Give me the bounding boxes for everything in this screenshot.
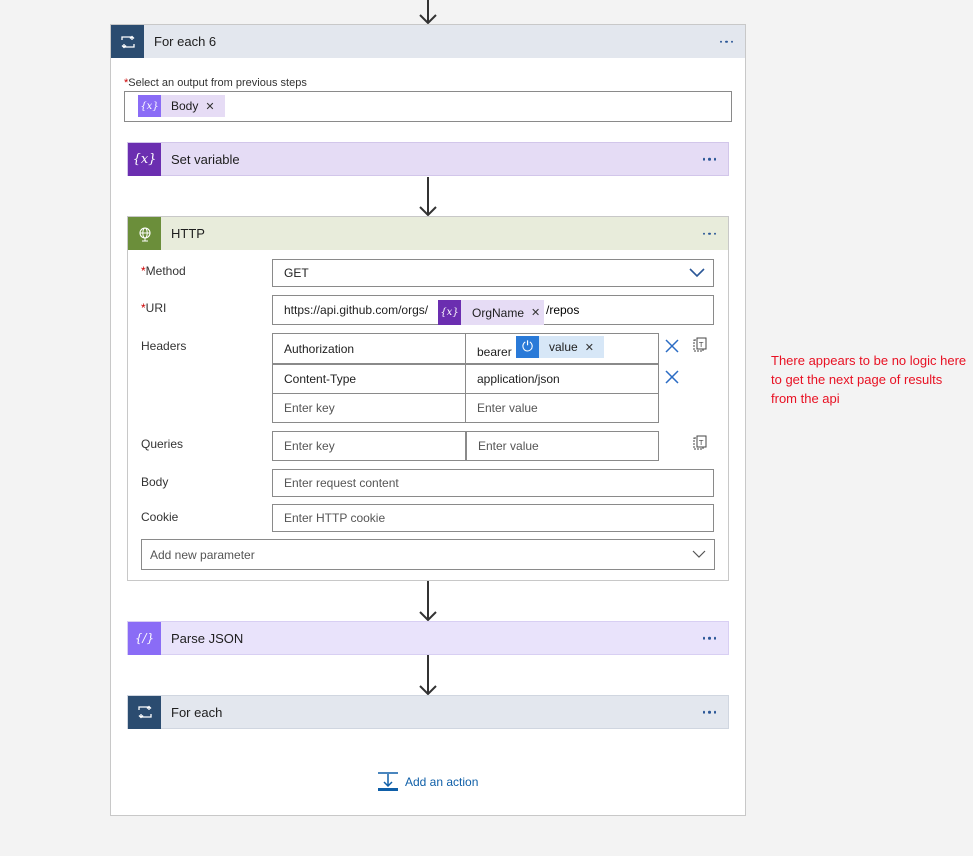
http-title: HTTP [171,226,205,241]
body-label: Body [141,475,169,489]
annotation-note: There appears to be no logic here to get… [771,353,967,406]
globe-icon [128,217,161,250]
remove-token-icon[interactable]: ✕ [205,100,214,113]
headers-label: Headers [141,339,187,353]
connector-arrow [418,177,438,216]
connector-arrow [418,0,438,24]
svg-text:T: T [698,439,704,447]
more-options-icon[interactable] [702,636,716,640]
queries-label: Queries [141,437,184,451]
variable-icon: {x} [128,142,161,176]
body-input[interactable]: Enter request content [272,469,714,497]
chevron-down-icon [689,268,705,278]
uri-label: *URI [141,301,167,315]
more-options-icon[interactable] [702,232,716,235]
setvar-header[interactable]: {x} Set variable [127,142,729,176]
header-key-authorization[interactable]: Authorization [272,333,466,364]
foreach-title: For each [171,704,223,720]
output-field-label: *Select an output from previous steps [124,77,307,89]
method-label: *Method [141,264,186,278]
header-value-input[interactable]: Enter value [465,393,659,423]
loop-icon [128,695,161,729]
header-key-input[interactable]: Enter key [272,393,466,423]
add-action-label: Add an action [405,775,479,789]
orgname-token: {x} OrgName ✕ [438,300,544,325]
query-value-input[interactable]: Enter value [466,431,659,461]
cookie-label: Cookie [141,510,179,524]
foreach-header[interactable]: For each [127,695,729,729]
chevron-down-icon [692,550,706,558]
connector-arrow [418,581,438,621]
parse-json-icon: {/} [128,621,161,655]
cookie-input[interactable]: Enter HTTP cookie [272,504,714,532]
remove-token-icon[interactable]: ✕ [531,306,540,319]
expression-icon: {x} [138,95,161,117]
delete-header-icon[interactable] [664,338,680,354]
switch-to-text-mode-icon[interactable]: T [692,435,708,451]
more-options-icon[interactable] [702,710,716,714]
header-value-content-type[interactable]: application/json [465,364,659,394]
dynamic-content-icon: ⏻ [516,336,539,358]
foreach6-header[interactable]: For each 6 [111,25,745,58]
more-options-icon[interactable] [719,40,733,43]
body-token: {x} Body ✕ [138,95,225,117]
method-select[interactable]: GET [272,259,714,287]
loop-icon [111,25,144,58]
http-header[interactable]: HTTP [128,217,728,250]
add-parameter-dropdown[interactable]: Add new parameter [141,539,715,570]
header-key-content-type[interactable]: Content-Type [272,364,466,394]
switch-to-text-mode-icon[interactable]: T [692,337,708,353]
add-action-button[interactable]: Add an action [377,771,478,793]
variable-icon: {x} [438,300,461,325]
foreach6-title: For each 6 [154,34,217,49]
delete-header-icon[interactable] [664,369,680,385]
connector-arrow [418,655,438,695]
uri-suffix: /repos [546,303,580,317]
query-key-input[interactable]: Enter key [272,431,466,461]
setvar-title: Set variable [171,151,240,167]
add-action-icon [378,772,398,791]
remove-token-icon[interactable]: ✕ [585,341,594,354]
svg-text:T: T [698,341,704,349]
parsejson-header[interactable]: {/} Parse JSON [127,621,729,655]
more-options-icon[interactable] [702,157,716,161]
value-token: ⏻ value ✕ [516,336,604,358]
parsejson-title: Parse JSON [171,630,244,646]
